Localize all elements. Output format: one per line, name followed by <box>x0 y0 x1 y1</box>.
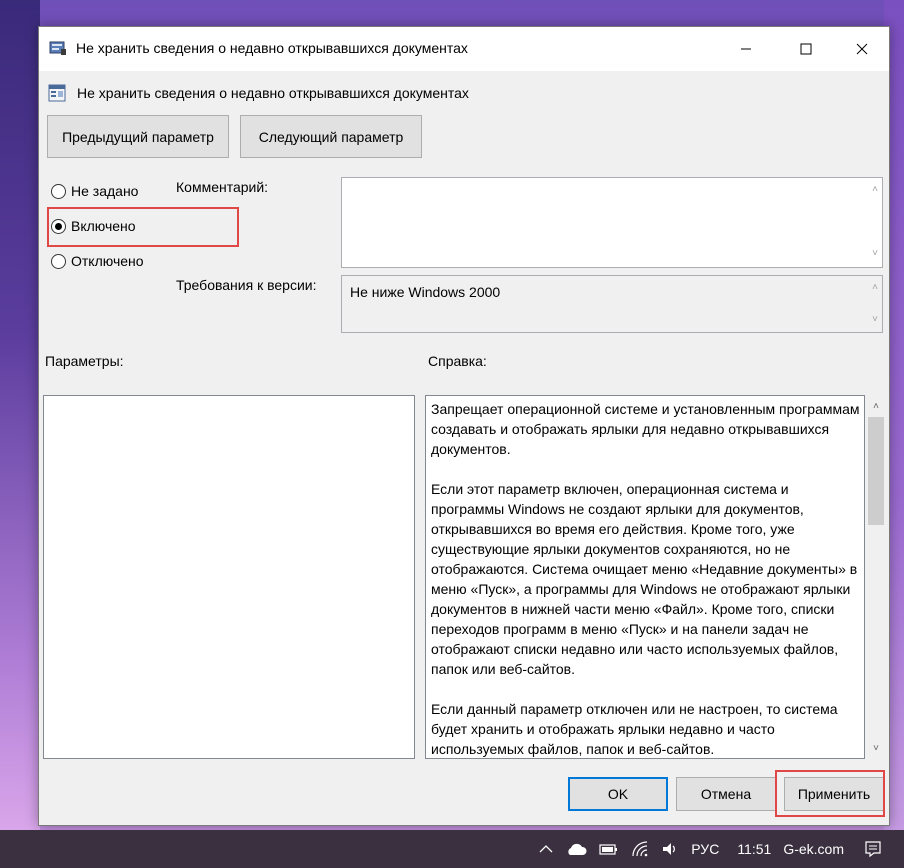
help-text: Запрещает операционной системе и установ… <box>431 399 863 758</box>
radio-circle[interactable] <box>51 253 66 269</box>
cloud-icon <box>568 843 587 855</box>
radio-disabled[interactable]: Отключено <box>51 253 144 269</box>
chevron-down-icon[interactable]: ˅ <box>872 248 878 259</box>
maximize-button[interactable] <box>783 27 829 71</box>
speaker-icon <box>663 843 676 855</box>
policy-setting-icon <box>48 84 66 102</box>
annotation-highlight-enabled <box>47 207 239 247</box>
help-scrollbar[interactable]: ˄ ˅ <box>867 395 885 759</box>
window-title: Не хранить сведения о недавно открывавши… <box>76 40 468 56</box>
language-indicator[interactable]: РУС <box>691 830 719 868</box>
scrollbar-thumb[interactable] <box>868 417 884 525</box>
version-label: Требования к версии: <box>176 277 317 293</box>
radio-label: Отключено <box>71 253 144 269</box>
onedrive-tray-button[interactable] <box>565 830 587 868</box>
scroll-down-icon[interactable]: ˅ <box>867 739 885 757</box>
taskbar: РУС 11:51 G-ek.com <box>0 830 904 868</box>
policy-dialog: Не хранить сведения о недавно открывавши… <box>38 26 890 826</box>
version-value: Не ниже Windows 2000 <box>350 284 501 300</box>
cancel-button[interactable]: Отмена <box>676 777 776 811</box>
site-watermark: G-ek.com <box>783 841 844 857</box>
ok-button[interactable]: OK <box>568 777 668 811</box>
radio-circle[interactable] <box>51 183 66 199</box>
scroll-up-icon[interactable]: ˄ <box>867 397 885 415</box>
version-field: Не ниже Windows 2000 ˄ ˅ <box>341 275 883 333</box>
wifi-icon <box>632 841 648 857</box>
battery-icon <box>599 844 618 855</box>
show-hidden-icons-button[interactable] <box>539 830 553 868</box>
help-label: Справка: <box>428 353 487 369</box>
params-label: Параметры: <box>45 353 124 369</box>
radio-not-configured[interactable]: Не задано <box>51 183 138 199</box>
maximize-icon <box>800 43 812 55</box>
chevron-up-icon <box>539 845 553 853</box>
policy-window-icon <box>49 41 66 55</box>
chevron-up-icon[interactable]: ˄ <box>872 184 878 195</box>
policy-header-title: Не хранить сведения о недавно открывавши… <box>77 85 469 101</box>
minimize-icon <box>741 48 751 50</box>
previous-setting-button[interactable]: Предыдущий параметр <box>47 115 229 158</box>
battery-tray-button[interactable] <box>599 830 619 868</box>
help-panel: Запрещает операционной системе и установ… <box>425 395 865 759</box>
volume-tray-button[interactable] <box>661 830 679 868</box>
policy-header: Не хранить сведения о недавно открывавши… <box>47 81 469 105</box>
next-setting-button[interactable]: Следующий параметр <box>240 115 422 158</box>
notification-icon <box>865 841 881 858</box>
chevron-up-icon: ˄ <box>872 282 878 293</box>
chevron-down-icon: ˅ <box>872 314 878 325</box>
annotation-highlight-apply <box>775 770 885 817</box>
wifi-tray-button[interactable] <box>631 830 649 868</box>
title-bar: Не хранить сведения о недавно открывавши… <box>39 27 889 71</box>
minimize-button[interactable] <box>723 27 769 71</box>
desktop-wallpaper-left <box>0 0 40 830</box>
comment-label: Комментарий: <box>176 179 269 195</box>
radio-label: Не задано <box>71 183 139 199</box>
close-button[interactable] <box>839 27 885 71</box>
clock[interactable]: 11:51 <box>737 830 771 868</box>
action-center-button[interactable] <box>864 830 882 868</box>
help-paragraph: Запрещает операционной системе и установ… <box>431 401 860 457</box>
comment-field[interactable]: ˄ ˅ <box>341 177 883 268</box>
params-panel <box>43 395 415 759</box>
help-paragraph: Если этот параметр включен, операционная… <box>431 481 858 677</box>
help-paragraph: Если данный параметр отключен или не нас… <box>431 701 838 757</box>
close-icon <box>856 43 868 55</box>
